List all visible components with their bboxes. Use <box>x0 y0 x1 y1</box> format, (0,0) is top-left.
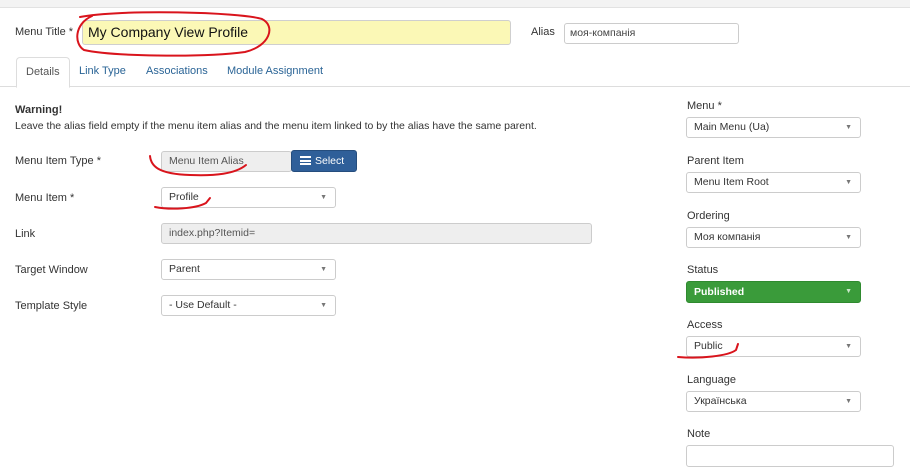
title-circle-annotation <box>76 11 271 57</box>
menu-item-type-underline-annotation <box>149 155 247 177</box>
access-underline-annotation <box>677 343 739 359</box>
menu-item-underline-annotation <box>154 197 211 210</box>
annotation-marks <box>76 11 739 359</box>
